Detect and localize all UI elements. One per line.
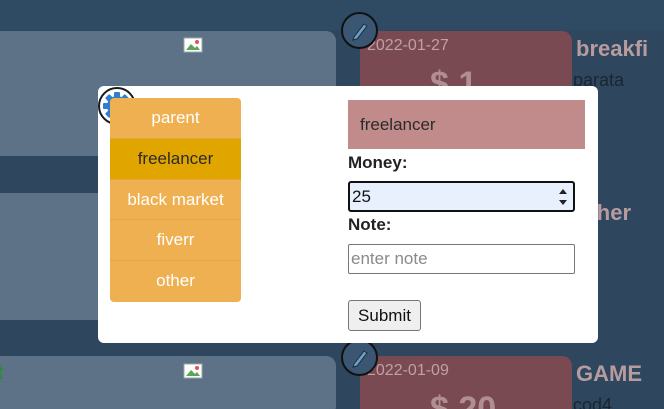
pencil-icon — [352, 23, 368, 41]
edit-button[interactable] — [341, 12, 378, 49]
entry-title: GAME — [576, 361, 642, 386]
category-item-black-market[interactable]: black market — [110, 180, 241, 221]
category-list: parent freelancer black market fiverr ot… — [110, 98, 241, 302]
entry-title-fragment: t — [0, 362, 4, 384]
category-item-other[interactable]: other — [110, 261, 241, 302]
broken-image-icon — [183, 363, 203, 379]
spinner-arrows-icon[interactable] — [557, 186, 569, 208]
broken-image-icon — [183, 37, 203, 53]
category-item-fiverr[interactable]: fiverr — [110, 220, 241, 262]
edit-button[interactable] — [341, 339, 378, 376]
submit-button[interactable]: Submit — [348, 300, 421, 331]
entry-card — [0, 356, 336, 409]
money-value: 25 — [352, 187, 371, 206]
money-label: Money: — [348, 153, 408, 172]
note-label: Note: — [348, 215, 392, 234]
note-placeholder: enter note — [351, 249, 428, 268]
selected-category-display: freelancer — [348, 100, 585, 149]
entry-date: 2022-01-27 — [367, 37, 449, 54]
entry-amount-card: 2022-01-27 $ 1 — [360, 31, 572, 103]
entry-amount-card: 2022-01-09 $ 20 — [360, 356, 572, 409]
entry-amount: $ 20 — [430, 390, 497, 409]
entry-subtitle: cod4 — [573, 395, 613, 409]
band — [0, 0, 664, 30]
category-item-freelancer[interactable]: freelancer — [110, 138, 241, 180]
entry-title: breakfi — [576, 36, 649, 61]
money-input[interactable]: 25 — [348, 181, 575, 212]
category-item-parent[interactable]: parent — [110, 98, 241, 139]
note-input[interactable]: enter note — [348, 244, 575, 274]
entry-date: 2022-01-09 — [367, 362, 449, 379]
pencil-icon — [352, 350, 368, 368]
